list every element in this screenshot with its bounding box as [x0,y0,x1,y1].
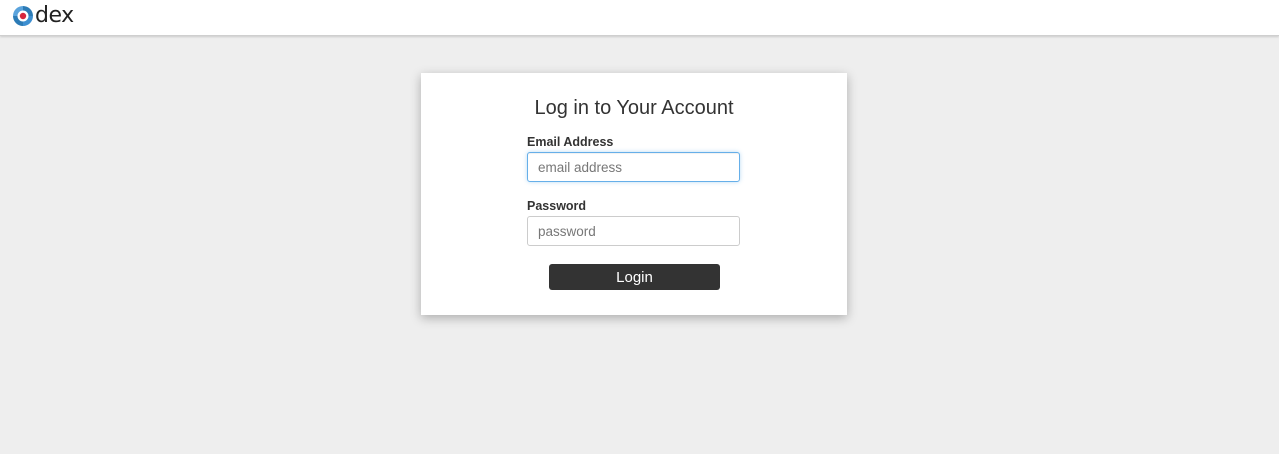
dex-logo[interactable]: dex [12,4,74,28]
password-field[interactable] [527,216,740,246]
login-card: Log in to Your Account Email Address Pas… [421,73,847,315]
login-button[interactable]: Login [549,264,720,290]
email-label: Email Address [527,135,614,149]
password-label: Password [527,199,587,213]
page-title: Log in to Your Account [534,97,734,119]
logo-text: dex [35,3,74,28]
top-bar: dex [0,0,1279,36]
email-field[interactable] [527,152,740,182]
dex-logo-icon [13,6,33,26]
